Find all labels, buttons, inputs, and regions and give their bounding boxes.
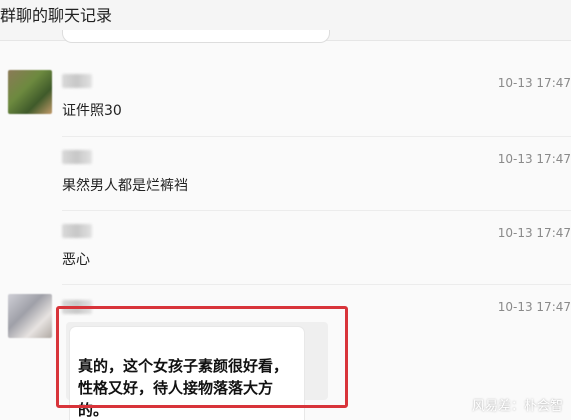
watermark: 风易差：朴会智 [471, 399, 563, 414]
message-time: 10-13 17:47 [497, 152, 571, 166]
avatar[interactable] [8, 70, 52, 114]
divider [62, 136, 571, 137]
message-time: 10-13 17:47 [497, 226, 571, 240]
search-input[interactable] [62, 30, 330, 43]
message-text: 恶心 [62, 252, 90, 268]
message-time: 10-13 17:47 [497, 300, 571, 314]
divider [62, 284, 571, 285]
window-header: 群聊的聊天记录 [0, 0, 571, 43]
chat-history-window: 群聊的聊天记录 10-13 17:47 证件照30 10-13 17:47 果然… [0, 0, 571, 420]
message-time: 10-13 17:47 [497, 76, 571, 90]
divider [62, 210, 571, 211]
highlight-box [56, 306, 348, 408]
message-text: 证件照30 [62, 103, 122, 119]
window-title: 群聊的聊天记录 [0, 6, 113, 25]
sender-name [62, 150, 92, 164]
avatar[interactable] [8, 294, 52, 338]
message-text: 果然男人都是烂裤裆 [62, 178, 188, 194]
sender-name [62, 224, 92, 238]
sender-name [62, 74, 92, 88]
